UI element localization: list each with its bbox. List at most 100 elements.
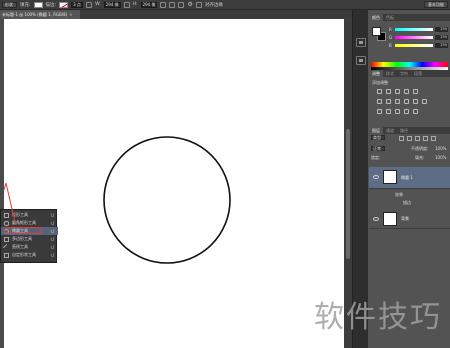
path-alignment-icon[interactable] xyxy=(169,1,176,8)
layer-row-background[interactable]: 背景 xyxy=(369,209,450,229)
document-canvas[interactable] xyxy=(4,19,344,348)
smart-object-filter-icon[interactable] xyxy=(431,136,436,141)
filter-kind-select[interactable]: 类型 xyxy=(371,135,385,140)
flyout-item-line[interactable]: 直线工具 U xyxy=(1,243,58,251)
history-icon[interactable] xyxy=(356,38,366,47)
color-lookup-icon[interactable] xyxy=(422,99,427,104)
fill-label: 填充: xyxy=(415,155,425,160)
add-adjustment-label: 添加调整 xyxy=(372,80,388,85)
arrow-line xyxy=(5,182,16,223)
options-bar: 形状 填充: 描边: 3 点 W: 294 像 H: 294 像 ⚙ 对齐边缘 … xyxy=(0,0,450,10)
flyout-label: 直线工具 xyxy=(12,244,28,249)
workspace-select[interactable]: 基本功能 xyxy=(424,1,448,8)
properties-icon[interactable] xyxy=(356,56,366,65)
green-label: G xyxy=(389,35,393,40)
width-label: W: xyxy=(95,2,101,7)
adjustment-icons-row-2 xyxy=(377,99,427,104)
exposure-icon[interactable] xyxy=(404,89,409,94)
blend-opacity-row: 正常 不透明度: 100% xyxy=(371,146,450,152)
tab-styles[interactable]: 样式 xyxy=(383,70,397,77)
align-edges-checkbox[interactable] xyxy=(195,1,202,8)
selective-color-icon[interactable] xyxy=(413,109,418,114)
stroke-width-field[interactable]: 3 点 xyxy=(71,1,84,8)
threshold-icon[interactable] xyxy=(395,109,400,114)
black-white-icon[interactable] xyxy=(395,99,400,104)
shape-filter-icon[interactable] xyxy=(423,136,428,141)
link-icon[interactable] xyxy=(123,1,130,8)
vibrance-icon[interactable] xyxy=(413,89,418,94)
arrow-head xyxy=(3,182,7,191)
blue-value[interactable]: 255 xyxy=(435,43,448,48)
flyout-item-custom-shape[interactable]: 自定形状工具 U xyxy=(1,251,58,259)
close-icon[interactable]: × xyxy=(69,12,72,17)
red-value[interactable]: 255 xyxy=(435,27,448,32)
height-field[interactable]: 294 像 xyxy=(140,1,158,8)
width-field[interactable]: 294 像 xyxy=(103,1,121,8)
shortcut-key: U xyxy=(51,212,54,218)
tab-paths[interactable]: 路径 xyxy=(397,127,411,134)
path-arrangement-icon[interactable] xyxy=(178,1,185,8)
layer-row-ellipse[interactable]: 椭圆 1 xyxy=(369,167,450,189)
tab-character[interactable]: 字符 xyxy=(397,70,411,77)
channel-mixer-icon[interactable] xyxy=(413,99,418,104)
shortcut-key: U xyxy=(51,252,54,258)
tab-paragraph[interactable]: 段落 xyxy=(411,70,425,77)
photo-filter-icon[interactable] xyxy=(404,99,409,104)
canvas-artwork xyxy=(103,136,231,264)
tab-swatches[interactable]: 色板 xyxy=(383,14,397,21)
layer-thumbnail xyxy=(383,170,397,184)
gear-icon[interactable]: ⚙ xyxy=(187,1,192,8)
shortcut-key: U xyxy=(51,228,54,234)
shortcut-key: U xyxy=(51,236,54,242)
type-filter-icon[interactable] xyxy=(415,136,420,141)
tab-channels[interactable]: 通道 xyxy=(383,127,397,134)
stroke-label: 描边: xyxy=(45,2,57,8)
shortcut-key: U xyxy=(51,244,54,250)
green-slider-row: G 255 xyxy=(389,35,449,40)
eye-icon[interactable] xyxy=(373,175,379,179)
pixel-filter-icon[interactable] xyxy=(399,136,404,141)
scrollbar-thumb[interactable] xyxy=(346,129,350,259)
blue-slider[interactable] xyxy=(395,44,433,47)
foreground-background-swatches[interactable] xyxy=(372,27,386,41)
tab-color[interactable]: 颜色 xyxy=(369,14,383,21)
color-spectrum[interactable] xyxy=(371,62,448,70)
green-value[interactable]: 255 xyxy=(435,35,448,40)
ellipse-shape[interactable] xyxy=(103,136,231,264)
blend-mode-select[interactable]: 正常 xyxy=(371,146,385,151)
watermark-text: 软件技巧 xyxy=(314,300,442,335)
opacity-label: 不透明度: xyxy=(411,146,429,151)
opacity-value[interactable]: 100% xyxy=(435,146,446,152)
layer-thumbnail xyxy=(383,212,397,226)
invert-icon[interactable] xyxy=(377,109,382,114)
adjustments-panel: 调整 样式 字符 段落 添加调整 xyxy=(369,70,450,132)
color-balance-icon[interactable] xyxy=(386,99,391,104)
adjustment-filter-icon[interactable] xyxy=(407,136,412,141)
curves-icon[interactable] xyxy=(395,89,400,94)
effects-row[interactable]: 效果 xyxy=(395,192,403,198)
stroke-effect-row[interactable]: 描边 xyxy=(403,200,411,206)
adjustment-icons-row-3 xyxy=(377,109,418,114)
foreground-color-swatch[interactable] xyxy=(372,27,381,36)
red-label: R xyxy=(389,27,392,32)
hue-saturation-icon[interactable] xyxy=(377,99,382,104)
levels-icon[interactable] xyxy=(386,89,391,94)
layer-name[interactable]: 椭圆 1 xyxy=(401,175,413,181)
shortcut-key: U xyxy=(51,220,54,226)
tab-adjustments[interactable]: 调整 xyxy=(369,70,383,77)
path-operations-icon[interactable] xyxy=(160,1,167,8)
layer-name[interactable]: 背景 xyxy=(401,216,409,222)
posterize-icon[interactable] xyxy=(386,109,391,114)
blue-slider-row: B 255 xyxy=(389,43,449,48)
tab-layers[interactable]: 图层 xyxy=(369,127,383,134)
eye-icon[interactable] xyxy=(373,217,379,221)
brightness-icon[interactable] xyxy=(377,89,382,94)
fill-value[interactable]: 100% xyxy=(435,155,446,161)
stroke-swatch[interactable] xyxy=(59,1,69,8)
stroke-type-icon[interactable] xyxy=(86,1,93,8)
gradient-map-icon[interactable] xyxy=(404,109,409,114)
layer-filter-icons xyxy=(399,136,436,141)
red-slider[interactable] xyxy=(395,28,433,31)
adjustments-panel-tabs: 调整 样式 字符 段落 xyxy=(369,70,450,77)
green-slider[interactable] xyxy=(395,36,433,39)
